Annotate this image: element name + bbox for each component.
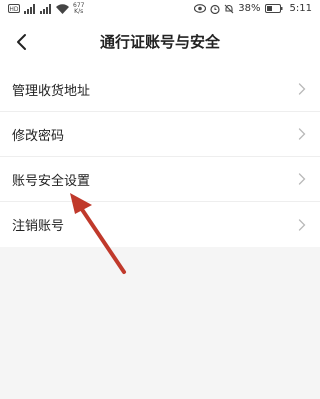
settings-item-change-password[interactable]: 修改密码 <box>0 112 320 157</box>
status-bar-right: 38% 5:11 <box>194 3 312 14</box>
back-button[interactable] <box>6 27 36 57</box>
settings-item-label: 注销账号 <box>12 219 65 234</box>
network-speed: 677 K/s <box>73 2 84 15</box>
chevron-right-icon <box>298 128 306 140</box>
settings-item-label: 修改密码 <box>12 128 65 144</box>
mute-bell-icon <box>224 4 234 14</box>
eye-icon <box>194 4 207 13</box>
battery-percentage: 38% <box>238 3 261 14</box>
signal-strength-icon <box>24 3 36 14</box>
status-bar-left: HD 677 K/s <box>8 2 84 15</box>
settings-item-manage-address[interactable]: 管理收货地址 <box>0 67 320 112</box>
settings-item-label: 管理收货地址 <box>12 83 91 99</box>
page-title: 通行证账号与安全 <box>99 33 220 51</box>
nav-bar: 通行证账号与安全 <box>0 17 320 67</box>
status-bar: HD 677 K/s 38% 5:11 <box>0 0 320 17</box>
battery-icon <box>264 4 283 13</box>
chevron-right-icon <box>298 218 306 231</box>
settings-item-label: 账号安全设置 <box>12 173 91 189</box>
settings-item-delete-account[interactable]: 注销账号 <box>0 202 320 247</box>
hd-icon: HD <box>8 4 20 13</box>
settings-item-account-security[interactable]: 账号安全设置 <box>0 157 320 202</box>
settings-list: 管理收货地址 修改密码 账号安全设置 注销账号 <box>0 67 320 247</box>
wifi-icon <box>56 3 69 14</box>
chevron-right-icon <box>298 83 306 95</box>
chevron-left-icon <box>17 34 26 50</box>
alarm-clock-icon <box>210 4 220 14</box>
signal-strength-icon-2 <box>40 3 52 14</box>
network-speed-unit: K/s <box>74 7 84 15</box>
clock-time: 5:11 <box>289 3 312 14</box>
chevron-right-icon <box>298 173 306 185</box>
svg-text:HD: HD <box>9 6 19 13</box>
